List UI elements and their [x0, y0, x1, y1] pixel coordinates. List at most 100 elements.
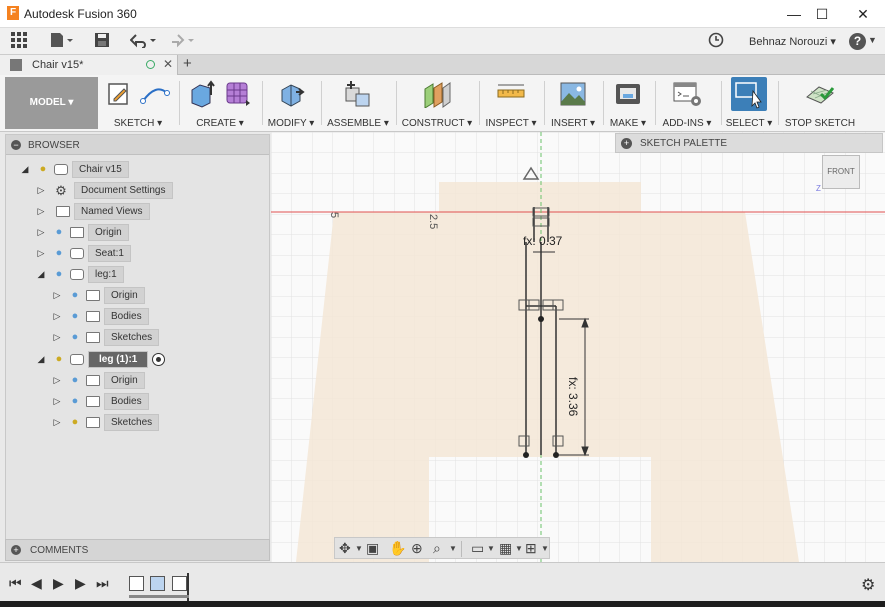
- construct-group[interactable]: CONSTRUCT ▾: [400, 77, 474, 130]
- insert-image-icon[interactable]: [559, 80, 587, 108]
- step-forward-icon[interactable]: ▶: [75, 575, 86, 592]
- create-sketch-icon[interactable]: [106, 81, 132, 107]
- grid-chevron-down-icon[interactable]: ▼: [515, 544, 523, 553]
- design-canvas[interactable]: 5 2.5 fx: 0.37 fx: 3.36: [271, 132, 885, 562]
- viewports-icon[interactable]: ⊞: [525, 540, 537, 557]
- sketch-viewport[interactable]: 5 2.5 fx: 0.37 fx: 3.36: [271, 132, 885, 562]
- visibility-bulb-icon[interactable]: ●: [68, 289, 82, 303]
- sketch-point[interactable]: [538, 316, 544, 322]
- visibility-bulb-icon[interactable]: ●: [36, 163, 50, 177]
- collapsed-arrow-icon[interactable]: ▷: [52, 311, 62, 322]
- tree-node-seat[interactable]: ▷ ● Seat:1: [36, 245, 131, 262]
- activate-radio-icon[interactable]: [152, 353, 166, 366]
- help-chevron-down-icon[interactable]: ▼: [868, 35, 877, 45]
- line-tool-icon[interactable]: [140, 81, 170, 107]
- fit-icon[interactable]: ⌕: [433, 540, 441, 557]
- select-group[interactable]: SELECT ▾: [725, 77, 773, 130]
- data-panel-grid-icon[interactable]: [11, 32, 27, 50]
- measure-icon[interactable]: [496, 81, 526, 107]
- tree-node-origin[interactable]: ▷ ● Origin: [36, 224, 129, 241]
- visibility-bulb-icon[interactable]: ●: [52, 268, 66, 282]
- create-group[interactable]: CREATE ▾: [183, 77, 257, 130]
- workspace-switcher[interactable]: MODEL ▾: [5, 77, 98, 129]
- collapsed-arrow-icon[interactable]: ▷: [52, 396, 62, 407]
- tree-node-leg1-origin[interactable]: ▷ ● Origin: [52, 372, 145, 389]
- visibility-bulb-icon[interactable]: ●: [68, 395, 82, 409]
- press-pull-icon[interactable]: [277, 80, 305, 108]
- collapsed-arrow-icon[interactable]: ▷: [36, 248, 46, 259]
- visibility-bulb-icon[interactable]: ●: [68, 310, 82, 324]
- viewports-chevron-down-icon[interactable]: ▼: [541, 544, 549, 553]
- collapsed-arrow-icon[interactable]: ▷: [52, 375, 62, 386]
- visibility-bulb-icon[interactable]: ●: [68, 331, 82, 345]
- offset-plane-icon[interactable]: [422, 80, 452, 108]
- close-button[interactable]: ✕: [841, 0, 885, 28]
- timeline-settings-gear-icon[interactable]: ⚙: [861, 575, 875, 595]
- go-to-start-icon[interactable]: ⏮: [9, 575, 22, 592]
- visibility-bulb-icon[interactable]: ●: [68, 374, 82, 388]
- visibility-bulb-icon[interactable]: ●: [52, 353, 66, 367]
- help-icon[interactable]: ?: [849, 33, 866, 50]
- add-ins-group[interactable]: ADD-INS ▾: [658, 77, 716, 130]
- collapsed-arrow-icon[interactable]: ▷: [36, 185, 46, 196]
- tree-node-leg1-bodies[interactable]: ▷ ● Bodies: [52, 393, 149, 410]
- save-icon[interactable]: [94, 32, 110, 50]
- collapsed-arrow-icon[interactable]: ▷: [36, 206, 46, 217]
- display-chevron-down-icon[interactable]: ▼: [487, 544, 495, 553]
- grid-snaps-icon[interactable]: ▦: [499, 540, 512, 557]
- tree-node-named-views[interactable]: ▷ Named Views: [36, 203, 150, 220]
- expanded-arrow-icon[interactable]: ◢: [20, 164, 30, 175]
- new-component-icon[interactable]: [343, 80, 373, 108]
- collapsed-arrow-icon[interactable]: ▷: [36, 227, 46, 238]
- comments-panel[interactable]: + COMMENTS: [5, 539, 270, 561]
- timeline-sketch-feature-icon[interactable]: [129, 576, 144, 591]
- tree-node-leg[interactable]: ◢ ● leg:1: [36, 266, 124, 283]
- tree-node-root[interactable]: ◢ ● Chair v15: [20, 161, 129, 178]
- width-dimension[interactable]: fx: 0.37: [523, 234, 563, 248]
- stop-sketch-icon[interactable]: [805, 80, 835, 108]
- tree-node-leg1-sketches[interactable]: ▷ ● Sketches: [52, 414, 160, 431]
- tree-node-leg-bodies[interactable]: ▷ ● Bodies: [52, 308, 149, 325]
- collapse-icon[interactable]: −: [11, 140, 21, 150]
- expand-icon[interactable]: +: [11, 545, 21, 555]
- sketch-group[interactable]: SKETCH ▾: [102, 77, 174, 130]
- pan-hand-icon[interactable]: ✋: [389, 540, 406, 557]
- look-at-icon[interactable]: ▣: [366, 540, 379, 557]
- new-tab-button[interactable]: +: [183, 55, 192, 72]
- visibility-bulb-icon[interactable]: ●: [52, 226, 66, 240]
- zoom-chevron-down-icon[interactable]: ▼: [449, 544, 457, 553]
- document-tab[interactable]: Chair v15* ✕: [0, 55, 178, 75]
- file-menu-icon[interactable]: [50, 32, 74, 50]
- form-icon[interactable]: [224, 80, 252, 108]
- job-status-clock-icon[interactable]: [708, 32, 724, 50]
- height-dimension[interactable]: fx: 3.36: [566, 377, 580, 417]
- sketch-palette-header[interactable]: + SKETCH PALETTE: [615, 133, 883, 153]
- make-group[interactable]: MAKE ▾: [606, 77, 650, 130]
- user-account-menu[interactable]: Behnaz Norouzi ▾: [749, 35, 836, 48]
- visibility-bulb-icon[interactable]: ●: [68, 416, 82, 430]
- sketch-point[interactable]: [553, 452, 559, 458]
- tree-node-leg-sketches[interactable]: ▷ ● Sketches: [52, 329, 160, 346]
- sketch-point[interactable]: [523, 452, 529, 458]
- collapsed-arrow-icon[interactable]: ▷: [52, 332, 62, 343]
- assemble-group[interactable]: ASSEMBLE ▾: [325, 77, 391, 130]
- tree-node-document-settings[interactable]: ▷ ⚙ Document Settings: [36, 182, 173, 199]
- orbit-icon[interactable]: ✥: [339, 540, 351, 557]
- collapsed-arrow-icon[interactable]: ▷: [52, 417, 62, 428]
- maximize-button[interactable]: ☐: [800, 0, 844, 28]
- tree-node-leg-1-active[interactable]: ◢ ● leg (1):1: [36, 351, 166, 368]
- extrude-icon[interactable]: [188, 80, 216, 108]
- modify-group[interactable]: MODIFY ▾: [266, 77, 316, 130]
- orbit-chevron-down-icon[interactable]: ▼: [355, 544, 363, 553]
- play-icon[interactable]: ▶: [53, 575, 64, 592]
- undo-icon[interactable]: [129, 32, 158, 50]
- stop-sketch-group[interactable]: STOP SKETCH: [782, 77, 858, 130]
- 3d-print-icon[interactable]: [614, 80, 642, 108]
- display-settings-icon[interactable]: ▭: [471, 540, 484, 557]
- zoom-icon[interactable]: ⊕: [411, 540, 423, 557]
- timeline-extrude-feature-icon[interactable]: [150, 576, 165, 591]
- expanded-arrow-icon[interactable]: ◢: [36, 354, 46, 365]
- expanded-arrow-icon[interactable]: ◢: [36, 269, 46, 280]
- go-to-end-icon[interactable]: ⏭: [96, 575, 109, 592]
- redo-icon[interactable]: [168, 32, 196, 50]
